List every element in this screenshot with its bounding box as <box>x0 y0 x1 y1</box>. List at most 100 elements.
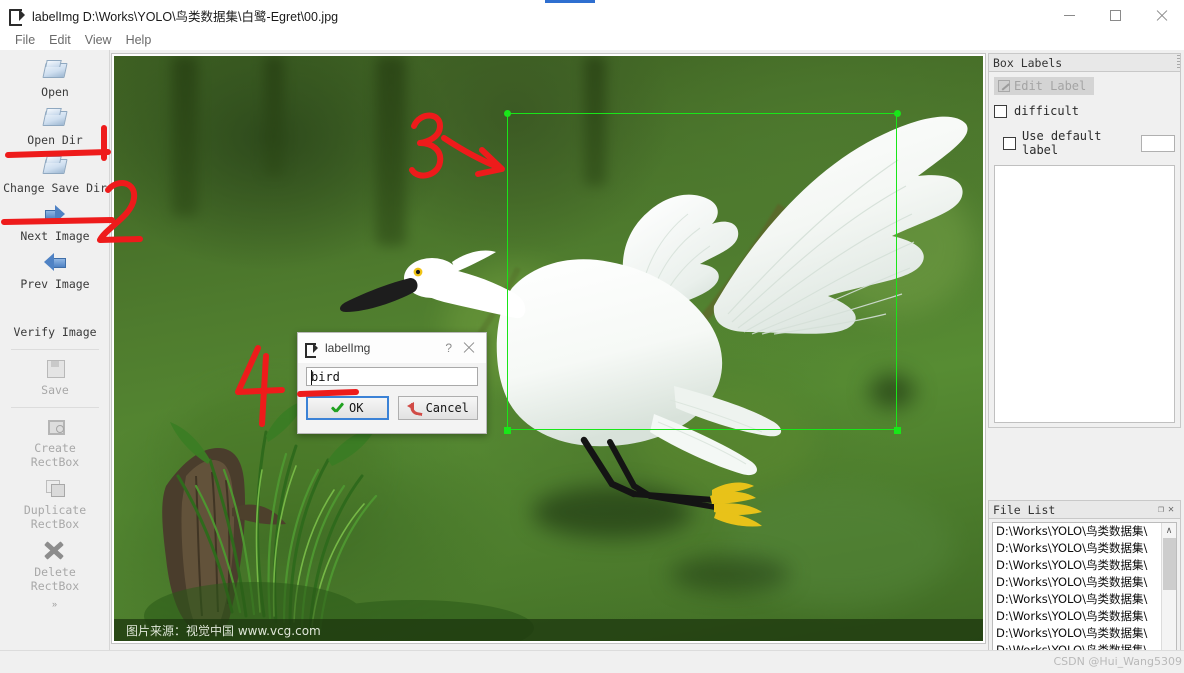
bbox-handle-bottom-left[interactable] <box>504 427 511 434</box>
menu-view[interactable]: View <box>78 30 119 50</box>
status-bar: CSDN @Hui_Wang5309 <box>0 650 1184 673</box>
file-list-title: File List <box>993 502 1056 517</box>
menu-help[interactable]: Help <box>119 30 159 50</box>
window-focus-accent <box>545 0 595 3</box>
file-list-float-icon[interactable]: ❐ <box>1156 504 1166 515</box>
box-labels-panel: Box Labels Edit Label difficult Use defa… <box>988 53 1181 445</box>
dialog-cancel-button[interactable]: Cancel <box>397 396 478 420</box>
dock-grip-icon[interactable] <box>1177 55 1180 69</box>
dialog-title-bar: labelImg ? <box>298 333 486 363</box>
file-list-panel: File List ❐ ✕ D:\Works\YOLO\鸟类数据集\ D:\Wo… <box>988 500 1181 673</box>
bbox-handle-top-left[interactable] <box>504 110 511 117</box>
dialog-buttons: OK Cancel <box>306 396 478 420</box>
annotation-bounding-box[interactable] <box>507 113 897 430</box>
file-list-item[interactable]: D:\Works\YOLO\鸟类数据集\ <box>993 608 1161 625</box>
box-labels-header: Box Labels <box>988 53 1181 72</box>
toolbar-separator <box>10 407 99 408</box>
toolbar-label-open: Open <box>41 85 69 99</box>
cancel-button-label: Cancel <box>425 401 469 415</box>
toolbar-item-delete-rectbox[interactable]: Delete RectBox <box>0 536 110 598</box>
dialog-tag-icon <box>305 342 319 358</box>
difficult-checkbox[interactable] <box>994 104 1007 118</box>
close-button[interactable] <box>1138 0 1184 30</box>
window-title: labelImg D:\Works\YOLO\鸟类数据集\白鹭-Egret\00… <box>32 9 339 24</box>
file-list-item[interactable]: D:\Works\YOLO\鸟类数据集\ <box>993 591 1161 608</box>
save-icon <box>42 357 68 379</box>
close-icon <box>1155 9 1168 22</box>
image-watermark-text: 图片来源：视觉中国 www.vcg.com <box>126 623 321 638</box>
file-list-item[interactable]: D:\Works\YOLO\鸟类数据集\ <box>993 523 1161 540</box>
main-body: Open Open Dir Change Save Dir Next Image… <box>0 50 1184 673</box>
create-rectbox-icon <box>42 415 68 437</box>
checkmark-icon <box>331 403 344 414</box>
use-default-label-text: Use default label <box>1022 129 1102 157</box>
app-tag-icon <box>9 8 25 26</box>
label-input-dialog[interactable]: labelImg ? bird OK Cancel <box>297 332 487 434</box>
toolbar-item-open[interactable]: Open <box>0 56 110 104</box>
maximize-button[interactable] <box>1092 0 1138 30</box>
toolbar-item-create-rectbox[interactable]: Create RectBox <box>0 412 110 474</box>
image-source-watermark: 图片来源：视觉中国 www.vcg.com <box>114 619 983 641</box>
toolbar-item-next-image[interactable]: Next Image <box>0 200 110 248</box>
delete-rectbox-icon <box>42 539 68 561</box>
toolbar-expand-button[interactable]: » <box>0 600 109 609</box>
difficult-checkbox-row[interactable]: difficult <box>994 104 1175 118</box>
menu-file[interactable]: File <box>8 30 42 50</box>
toolbar-item-change-save-dir[interactable]: Change Save Dir <box>0 152 110 200</box>
toolbar-label-delete-rectbox: Delete RectBox <box>30 565 80 593</box>
bbox-handle-top-right[interactable] <box>894 110 901 117</box>
ok-button-label: OK <box>349 401 364 415</box>
minimize-button[interactable] <box>1046 0 1092 30</box>
labels-list[interactable] <box>994 165 1175 423</box>
use-default-label-checkbox[interactable] <box>1003 136 1016 150</box>
use-default-label-row[interactable]: Use default label <box>994 129 1175 157</box>
toolbar-label-save: Save <box>41 383 69 397</box>
dialog-ok-button[interactable]: OK <box>306 396 389 420</box>
toolbar-label-change-save-dir: Change Save Dir <box>3 181 107 195</box>
duplicate-rectbox-icon <box>42 477 68 499</box>
toolbar-label-create-rectbox: Create RectBox <box>30 441 80 469</box>
difficult-checkbox-label: difficult <box>1014 104 1080 118</box>
default-label-input[interactable] <box>1141 134 1175 152</box>
file-list-item[interactable]: D:\Works\YOLO\鸟类数据集\ <box>993 557 1161 574</box>
toolbar-item-open-dir[interactable]: Open Dir <box>0 104 110 152</box>
toolbar-item-prev-image[interactable]: Prev Image <box>0 248 110 296</box>
toolbar-separator <box>10 349 99 350</box>
arrow-right-icon <box>42 203 68 225</box>
labelimg-window: labelImg D:\Works\YOLO\鸟类数据集\白鹭-Egret\00… <box>0 0 1184 673</box>
dialog-help-button[interactable]: ? <box>435 341 462 355</box>
pencil-icon <box>998 80 1010 92</box>
edit-label-button-text: Edit Label <box>1014 79 1087 93</box>
undo-arrow-icon <box>406 402 421 414</box>
bbox-handle-bottom-right[interactable] <box>894 427 901 434</box>
toolbar-label-open-dir: Open Dir <box>27 133 83 147</box>
toolbar-item-verify-image[interactable]: Verify Image <box>0 296 110 344</box>
menu-edit[interactable]: Edit <box>42 30 78 50</box>
arrow-left-icon <box>42 251 68 273</box>
image-canvas[interactable]: 图片来源：视觉中国 www.vcg.com <box>114 56 983 641</box>
file-list-close-icon[interactable]: ✕ <box>1166 504 1176 515</box>
verify-icon <box>42 299 68 321</box>
file-list-item[interactable]: D:\Works\YOLO\鸟类数据集\ <box>993 540 1161 557</box>
file-list-item[interactable]: D:\Works\YOLO\鸟类数据集\ <box>993 625 1161 642</box>
minimize-icon <box>1063 14 1075 16</box>
folder-icon <box>42 107 68 129</box>
toolbar-item-save[interactable]: Save <box>0 354 110 402</box>
box-labels-title: Box Labels <box>993 55 1063 70</box>
box-labels-body: Edit Label difficult Use default label <box>988 72 1181 428</box>
vertical-scroll-thumb[interactable] <box>1163 538 1176 590</box>
dialog-close-icon[interactable] <box>462 341 476 355</box>
label-input-value: bird <box>311 369 340 384</box>
scroll-up-icon[interactable]: ∧ <box>1162 523 1176 537</box>
window-controls <box>1046 0 1184 30</box>
title-bar: labelImg D:\Works\YOLO\鸟类数据集\白鹭-Egret\00… <box>0 0 1184 30</box>
toolbar-item-duplicate-rectbox[interactable]: Duplicate RectBox <box>0 474 110 536</box>
folder-icon <box>42 155 68 177</box>
image-canvas-area[interactable]: 图片来源：视觉中国 www.vcg.com <box>111 53 986 644</box>
dialog-title: labelImg <box>325 341 371 355</box>
maximize-icon <box>1109 9 1121 21</box>
edit-label-button[interactable]: Edit Label <box>994 77 1094 95</box>
label-text-input[interactable]: bird <box>306 367 478 386</box>
toolbar-label-duplicate-rectbox: Duplicate RectBox <box>23 503 87 531</box>
file-list-item[interactable]: D:\Works\YOLO\鸟类数据集\ <box>993 574 1161 591</box>
